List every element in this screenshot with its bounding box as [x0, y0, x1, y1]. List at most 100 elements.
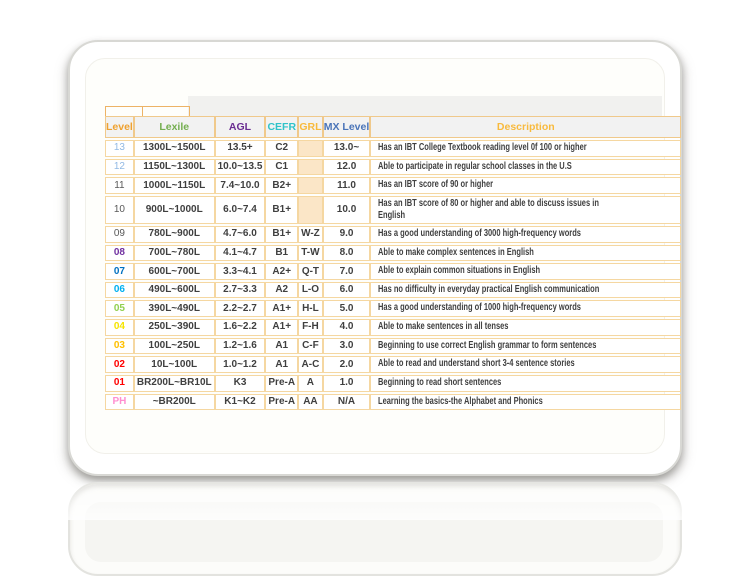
table-row-level-01: 01BR200L~BR10LK3Pre-AA1.0Beginning to re…	[105, 375, 681, 392]
cell-cefr: B1+	[265, 196, 298, 224]
cell-mx: 7.0	[323, 263, 371, 280]
cell-desc: Beginning to use correct English grammar…	[370, 338, 681, 355]
cell-grl: A-C	[298, 356, 323, 373]
cell-grl	[298, 196, 323, 224]
cell-desc: Able to participate in regular school cl…	[370, 159, 681, 176]
cell-level: 03	[105, 338, 134, 355]
cell-mx: 8.0	[323, 245, 371, 262]
cell-level: PH	[105, 394, 134, 411]
cell-mx: 1.0	[323, 375, 371, 392]
cell-mx: 3.0	[323, 338, 371, 355]
description-text: Able to make complex sentences in Englis…	[378, 246, 534, 260]
description-text: Beginning to read short sentences	[378, 376, 501, 390]
description-text: Has a good understanding of 3000 high-fr…	[378, 227, 581, 241]
description-text: Able to participate in regular school cl…	[378, 160, 572, 174]
cell-level: 04	[105, 319, 134, 336]
cell-level: 13	[105, 140, 134, 157]
description-text: Learning the basics-the Alphabet and Pho…	[378, 395, 543, 409]
cell-cefr: Pre-A	[265, 375, 298, 392]
column-header-cefr: CEFR	[265, 116, 298, 138]
cell-cefr: C2	[265, 140, 298, 157]
table-row-level-05: 05390L~490L2.2~2.7A1+H-L5.0Has a good un…	[105, 300, 681, 317]
reading-levels-table: LevelLexileAGLCEFRGRLMX LevelDescription…	[105, 114, 681, 412]
cell-cefr: C1	[265, 159, 298, 176]
cell-mx: 4.0	[323, 319, 371, 336]
table-row-level-08: 08700L~780L4.1~4.7B1T-W8.0Able to make c…	[105, 245, 681, 262]
cell-agl: 2.2~2.7	[215, 300, 266, 317]
cell-grl	[298, 177, 323, 194]
column-header-level: Level	[105, 116, 134, 138]
table-row-level-11: 111000L~1150L7.4~10.0B2+11.0Has an IBT s…	[105, 177, 681, 194]
cell-cefr: B2+	[265, 177, 298, 194]
cell-cefr: Pre-A	[265, 394, 298, 411]
cell-lexile: 10L~100L	[134, 356, 215, 373]
cell-lexile: 1300L~1500L	[134, 140, 215, 157]
cell-cefr: B1+	[265, 226, 298, 243]
cell-lexile: ~BR200L	[134, 394, 215, 411]
cell-agl: 1.0~1.2	[215, 356, 266, 373]
cell-agl: 6.0~7.4	[215, 196, 266, 224]
description-text: Has no difficulty in everyday practical …	[378, 283, 599, 297]
description-text: Has an IBT score of 90 or higher	[378, 178, 493, 192]
table-row-level-13: 131300L~1500L13.5+C213.0~Has an IBT Coll…	[105, 140, 681, 157]
cell-lexile: BR200L~BR10L	[134, 375, 215, 392]
description-text: Beginning to use correct English grammar…	[378, 339, 596, 353]
cell-mx: 11.0	[323, 177, 371, 194]
cell-level: 10	[105, 196, 134, 224]
cell-mx: 9.0	[323, 226, 371, 243]
cell-grl: AA	[298, 394, 323, 411]
cell-grl: A	[298, 375, 323, 392]
cell-desc: Has a good understanding of 1000 high-fr…	[370, 300, 681, 317]
cell-cefr: A1	[265, 356, 298, 373]
cell-agl: 2.7~3.3	[215, 282, 266, 299]
card-reflection	[68, 482, 682, 576]
description-text: Has an IBT score of 80 or higher and abl…	[378, 198, 603, 222]
column-header-lexile: Lexile	[134, 116, 215, 138]
cell-desc: Has an IBT score of 80 or higher and abl…	[370, 196, 681, 224]
cell-agl: 3.3~4.1	[215, 263, 266, 280]
cell-level: 06	[105, 282, 134, 299]
cell-level: 02	[105, 356, 134, 373]
gray-band	[188, 96, 662, 116]
cell-grl: T-W	[298, 245, 323, 262]
cell-grl	[298, 159, 323, 176]
table-row-level-03: 03100L~250L1.2~1.6A1C-F3.0Beginning to u…	[105, 338, 681, 355]
column-header-description: Description	[370, 116, 681, 138]
table-row-level-09: 09780L~900L4.7~6.0B1+W-Z9.0Has a good un…	[105, 226, 681, 243]
cell-lexile: 900L~1000L	[134, 196, 215, 224]
cell-grl	[298, 140, 323, 157]
cell-level: 05	[105, 300, 134, 317]
description-text: Has a good understanding of 1000 high-fr…	[378, 301, 581, 315]
cell-desc: Able to make complex sentences in Englis…	[370, 245, 681, 262]
cell-cefr: A1+	[265, 300, 298, 317]
description-text: Able to explain common situations in Eng…	[378, 264, 540, 278]
cell-grl: C-F	[298, 338, 323, 355]
cell-cefr: A2	[265, 282, 298, 299]
column-header-mx-level: MX Level	[323, 116, 371, 138]
cell-cefr: B1	[265, 245, 298, 262]
cell-lexile: 600L~700L	[134, 263, 215, 280]
cell-level: 09	[105, 226, 134, 243]
cell-agl: K1~K2	[215, 394, 266, 411]
cell-mx: N/A	[323, 394, 371, 411]
cell-lexile: 390L~490L	[134, 300, 215, 317]
cell-mx: 10.0	[323, 196, 371, 224]
cell-cefr: A2+	[265, 263, 298, 280]
cell-agl: 7.4~10.0	[215, 177, 266, 194]
device-card: LevelLexileAGLCEFRGRLMX LevelDescription…	[68, 40, 682, 476]
column-header-grl: GRL	[298, 116, 323, 138]
table-row-level-12: 121150L~1300L10.0~13.5C112.0Able to part…	[105, 159, 681, 176]
cell-mx: 6.0	[323, 282, 371, 299]
table-row-level-10: 10900L~1000L6.0~7.4B1+ 10.0 Has an IBT sco…	[105, 196, 681, 224]
levels-table-wrap: LevelLexileAGLCEFRGRLMX LevelDescription…	[105, 114, 681, 412]
table-row-level-02: 0210L~100L1.0~1.2A1A-C2.0Able to read an…	[105, 356, 681, 373]
table-header-row: LevelLexileAGLCEFRGRLMX LevelDescription	[105, 116, 681, 138]
cell-level: 01	[105, 375, 134, 392]
cell-mx: 13.0~	[323, 140, 371, 157]
card-reflection-inner	[85, 502, 663, 562]
description-text: Able to make sentences in all tenses	[378, 320, 508, 334]
cell-desc: Has an IBT score of 90 or higher	[370, 177, 681, 194]
cell-lexile: 700L~780L	[134, 245, 215, 262]
cell-grl: H-L	[298, 300, 323, 317]
cell-agl: 4.7~6.0	[215, 226, 266, 243]
